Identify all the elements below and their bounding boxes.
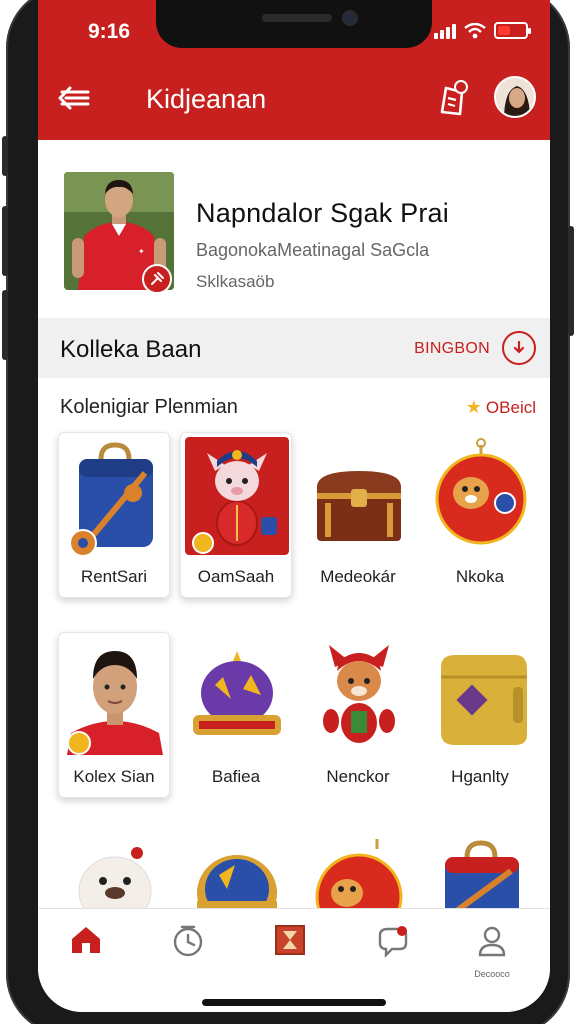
- speaker: [262, 14, 332, 22]
- fox-mascot-icon: [307, 637, 411, 755]
- profile-icon: [478, 926, 506, 957]
- svg-text:✦: ✦: [138, 247, 145, 256]
- power-button: [568, 226, 574, 336]
- collection-item[interactable]: Kolex Sian: [58, 632, 170, 798]
- collection-item[interactable]: Medeokár: [302, 432, 414, 598]
- ornament-ball-icon: [307, 835, 411, 915]
- nav-profile[interactable]: Decooco: [462, 923, 522, 979]
- front-camera: [342, 10, 358, 26]
- globe-trophy-icon: [185, 835, 289, 915]
- phone-screen: 9:16 Kidjeanan ✦ Napndalor Sgak Prai Bag…: [38, 0, 550, 1012]
- notch: [156, 0, 432, 48]
- crown-orb-icon: [185, 637, 289, 755]
- item-label: Kolex Sian: [73, 767, 155, 786]
- bell-icon: [440, 80, 468, 116]
- item-label: Nkoka: [455, 567, 505, 586]
- section-action-button[interactable]: [502, 331, 536, 365]
- pin-icon: [151, 272, 164, 285]
- chat-icon: [378, 926, 408, 958]
- section-link[interactable]: BINGBON: [414, 340, 490, 358]
- app-header: 9:16 Kidjeanan: [38, 0, 550, 140]
- item-label: Medeokár: [320, 567, 396, 586]
- collection-item[interactable]: [58, 830, 170, 920]
- battery-icon: [494, 22, 531, 39]
- player-portrait-icon: [63, 637, 167, 755]
- back-arrow-icon: [58, 86, 90, 110]
- grid-row: RentSari OamSaah Medeokár Nkoka: [58, 432, 538, 600]
- section-title: Kolleka Baan: [60, 336, 202, 363]
- profile-subtitle: BagonokaMeatinagal SaGcla: [196, 240, 430, 260]
- gold-bag-icon: [429, 637, 533, 755]
- backpack-icon: [429, 835, 533, 915]
- section-header: Kolleka Baan BINGBON: [38, 318, 550, 378]
- back-button[interactable]: [56, 80, 96, 116]
- subsection-badge-label: OBeicl: [485, 397, 536, 417]
- mascot-icon: [185, 437, 289, 555]
- status-time: 9:16: [88, 20, 131, 43]
- profile-subtitle-2: Sklkasaöb: [196, 272, 275, 291]
- collection-item[interactable]: RentSari: [58, 432, 170, 598]
- home-icon: [72, 927, 100, 953]
- hourglass-icon: [275, 925, 305, 955]
- collection-item[interactable]: Nkoka: [424, 432, 536, 598]
- nav-home[interactable]: [56, 923, 116, 971]
- subsection-badge[interactable]: ★ OBeicl: [466, 397, 536, 418]
- mute-switch: [2, 136, 8, 176]
- collection-item[interactable]: OamSaah: [180, 432, 292, 598]
- item-label: RentSari: [80, 567, 148, 586]
- collection-item[interactable]: [302, 830, 414, 920]
- grid-row: Kolex Sian Bafiea Nenckor Hganlty: [58, 632, 538, 800]
- verified-badge: [142, 264, 172, 294]
- nav-history[interactable]: [158, 923, 218, 971]
- signal-icon: [434, 23, 456, 39]
- ornament-ball-icon: [429, 437, 533, 555]
- volume-down-button: [2, 290, 8, 360]
- collection-item[interactable]: Nenckor: [302, 632, 414, 798]
- backpack-icon: [63, 437, 167, 555]
- clock-icon: [173, 925, 203, 957]
- collection-item[interactable]: Bafiea: [180, 632, 292, 798]
- subsection-title: Kolenigiar Plenmian: [60, 396, 238, 418]
- item-label: Bafiea: [211, 767, 261, 786]
- user-avatar[interactable]: [494, 76, 536, 118]
- bottom-navigation: Decooco: [38, 908, 550, 1012]
- item-label: Nenckor: [326, 767, 390, 786]
- nav-profile-label: Decooco: [474, 969, 510, 979]
- treasure-chest-icon: [307, 437, 411, 555]
- status-icons: [434, 22, 531, 39]
- notifications-button[interactable]: [434, 78, 472, 118]
- star-icon: ★: [465, 397, 482, 417]
- profile-name: Napndalor Sgak Prai: [196, 198, 449, 228]
- collection-item[interactable]: [180, 830, 292, 920]
- wifi-icon: [464, 22, 486, 38]
- nav-messages[interactable]: [362, 923, 422, 971]
- item-label: OamSaah: [197, 567, 275, 586]
- profile-card: ✦ Napndalor Sgak Prai BagonokaMeatinagal…: [38, 140, 550, 316]
- collection-item[interactable]: Hganlty: [424, 632, 536, 798]
- chat-down-icon: [513, 340, 525, 354]
- snowman-mascot-icon: [63, 835, 167, 915]
- avatar-image: [496, 78, 534, 116]
- header-row: Kidjeanan: [38, 72, 550, 128]
- collection-item[interactable]: [424, 830, 536, 920]
- app-title: Kidjeanan: [146, 84, 267, 114]
- volume-up-button: [2, 206, 8, 276]
- nav-events[interactable]: [260, 923, 320, 971]
- home-indicator: [202, 999, 386, 1006]
- item-label: Hganlty: [451, 767, 509, 786]
